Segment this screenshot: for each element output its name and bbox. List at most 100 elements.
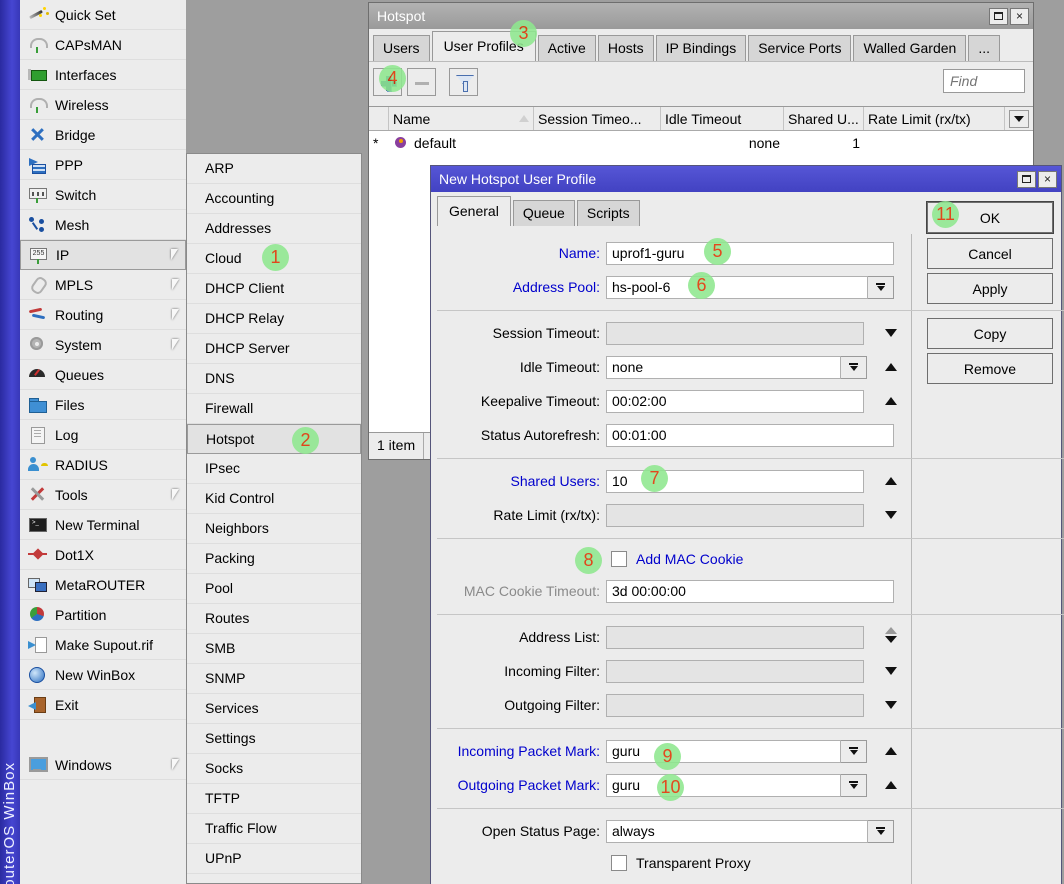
- maximize-button[interactable]: [989, 8, 1008, 25]
- address-pool-dropdown-button[interactable]: [868, 276, 894, 299]
- submenu-item-dhcp-relay[interactable]: DHCP Relay: [187, 304, 361, 334]
- session-timeout-column-header[interactable]: Session Timeo...: [534, 107, 661, 130]
- submenu-item-socks[interactable]: Socks: [187, 754, 361, 784]
- sidebar-item-files[interactable]: Files: [20, 390, 186, 420]
- apply-button[interactable]: Apply: [927, 273, 1053, 304]
- close-button[interactable]: ×: [1038, 171, 1057, 188]
- collapse-up-icon[interactable]: [885, 475, 897, 487]
- column-dropdown-button[interactable]: [1009, 110, 1029, 128]
- submenu-item-smb[interactable]: SMB: [187, 634, 361, 664]
- incoming-filter-input[interactable]: [606, 660, 864, 683]
- tab-service-ports[interactable]: Service Ports: [748, 35, 851, 61]
- tab-more[interactable]: ...: [968, 35, 1000, 61]
- expand-down-icon[interactable]: [885, 509, 897, 521]
- sidebar-item-bridge[interactable]: Bridge: [20, 120, 186, 150]
- sidebar-item-quick-set[interactable]: Quick Set: [20, 0, 186, 30]
- submenu-item-packing[interactable]: Packing: [187, 544, 361, 574]
- submenu-item-dhcp-client[interactable]: DHCP Client: [187, 274, 361, 304]
- sidebar-item-metarouter[interactable]: MetaROUTER: [20, 570, 186, 600]
- collapse-up-icon[interactable]: [885, 779, 897, 791]
- sidebar-item-queues[interactable]: Queues: [20, 360, 186, 390]
- sidebar-item-dot1x[interactable]: Dot1X: [20, 540, 186, 570]
- sidebar-item-windows[interactable]: Windows: [20, 750, 186, 780]
- submenu-item-routes[interactable]: Routes: [187, 604, 361, 634]
- cancel-button[interactable]: Cancel: [927, 238, 1053, 269]
- address-list-input[interactable]: [606, 626, 864, 649]
- sidebar-item-ppp[interactable]: PPP: [20, 150, 186, 180]
- incoming-packet-mark-input[interactable]: guru: [606, 740, 841, 763]
- submenu-item-addresses[interactable]: Addresses: [187, 214, 361, 244]
- sidebar-item-mesh[interactable]: Mesh: [20, 210, 186, 240]
- status-autorefresh-input[interactable]: 00:01:00: [606, 424, 894, 447]
- mac-cookie-timeout-input[interactable]: 3d 00:00:00: [606, 580, 894, 603]
- collapse-up-icon[interactable]: [885, 361, 897, 373]
- dialog-titlebar[interactable]: New Hotspot User Profile ×: [431, 166, 1061, 192]
- add-mac-cookie-checkbox[interactable]: [611, 551, 627, 567]
- idle-timeout-input[interactable]: none: [606, 356, 841, 379]
- submenu-item-pool[interactable]: Pool: [187, 574, 361, 604]
- hotspot-titlebar[interactable]: Hotspot ×: [369, 3, 1033, 29]
- filter-button[interactable]: [449, 68, 478, 96]
- submenu-item-accounting[interactable]: Accounting: [187, 184, 361, 214]
- idle-timeout-column-header[interactable]: Idle Timeout: [661, 107, 784, 130]
- transparent-proxy-checkbox[interactable]: [611, 855, 627, 871]
- sidebar-item-partition[interactable]: Partition: [20, 600, 186, 630]
- submenu-item-dns[interactable]: DNS: [187, 364, 361, 394]
- name-column-header[interactable]: Name: [389, 107, 534, 130]
- submenu-item-firewall[interactable]: Firewall: [187, 394, 361, 424]
- collapse-up-icon[interactable]: [885, 745, 897, 757]
- idle-timeout-dropdown-button[interactable]: [841, 356, 867, 379]
- collapse-up-icon[interactable]: [885, 395, 897, 407]
- tab-users[interactable]: Users: [373, 35, 430, 61]
- table-row[interactable]: * default none 1: [369, 131, 1033, 154]
- tab-queue[interactable]: Queue: [513, 200, 575, 226]
- submenu-item-services[interactable]: Services: [187, 694, 361, 724]
- expand-down-icon[interactable]: [885, 327, 897, 339]
- expand-down-icon[interactable]: [885, 665, 897, 677]
- tab-scripts[interactable]: Scripts: [577, 200, 640, 226]
- remove-button[interactable]: Remove: [927, 353, 1053, 384]
- shared-users-column-header[interactable]: Shared U...: [784, 107, 864, 130]
- submenu-item-dhcp-server[interactable]: DHCP Server: [187, 334, 361, 364]
- address-pool-input[interactable]: hs-pool-6: [606, 276, 868, 299]
- sidebar-item-interfaces[interactable]: Interfaces: [20, 60, 186, 90]
- sidebar-item-switch[interactable]: Switch: [20, 180, 186, 210]
- sidebar-item-routing[interactable]: Routing: [20, 300, 186, 330]
- maximize-button[interactable]: [1017, 171, 1036, 188]
- rate-limit-input[interactable]: [606, 504, 864, 527]
- sidebar-item-radius[interactable]: RADIUS: [20, 450, 186, 480]
- name-input[interactable]: uprof1-guru: [606, 242, 894, 265]
- sidebar-item-new-winbox[interactable]: New WinBox: [20, 660, 186, 690]
- tab-walled-garden[interactable]: Walled Garden: [853, 35, 966, 61]
- sidebar-item-exit[interactable]: Exit: [20, 690, 186, 720]
- submenu-item-tftp[interactable]: TFTP: [187, 784, 361, 814]
- outgoing-packet-mark-dropdown-button[interactable]: [841, 774, 867, 797]
- remove-button[interactable]: [407, 68, 436, 96]
- sidebar-item-mpls[interactable]: MPLS: [20, 270, 186, 300]
- submenu-item-upnp[interactable]: UPnP: [187, 844, 361, 874]
- submenu-item-neighbors[interactable]: Neighbors: [187, 514, 361, 544]
- find-input[interactable]: [943, 69, 1025, 93]
- submenu-item-traffic-flow[interactable]: Traffic Flow: [187, 814, 361, 844]
- close-button[interactable]: ×: [1010, 8, 1029, 25]
- tab-active[interactable]: Active: [538, 35, 596, 61]
- sidebar-item-wireless[interactable]: Wireless: [20, 90, 186, 120]
- submenu-item-hotspot[interactable]: Hotspot: [187, 424, 361, 454]
- expand-down-icon[interactable]: [885, 699, 897, 711]
- sidebar-item-make-supout[interactable]: Make Supout.rif: [20, 630, 186, 660]
- submenu-item-kid-control[interactable]: Kid Control: [187, 484, 361, 514]
- open-status-page-input[interactable]: always: [606, 820, 868, 843]
- sidebar-item-ip[interactable]: IP: [20, 240, 186, 270]
- session-timeout-input[interactable]: [606, 322, 864, 345]
- submenu-item-ipsec[interactable]: IPsec: [187, 454, 361, 484]
- tab-general[interactable]: General: [437, 196, 511, 226]
- rate-limit-column-header[interactable]: Rate Limit (rx/tx): [864, 107, 1005, 130]
- sidebar-item-capsman[interactable]: CAPsMAN: [20, 30, 186, 60]
- submenu-item-arp[interactable]: ARP: [187, 154, 361, 184]
- flag-column-header[interactable]: [369, 107, 389, 130]
- submenu-item-snmp[interactable]: SNMP: [187, 664, 361, 694]
- outgoing-packet-mark-input[interactable]: guru: [606, 774, 841, 797]
- tab-hosts[interactable]: Hosts: [598, 35, 654, 61]
- sidebar-item-system[interactable]: System: [20, 330, 186, 360]
- outgoing-filter-input[interactable]: [606, 694, 864, 717]
